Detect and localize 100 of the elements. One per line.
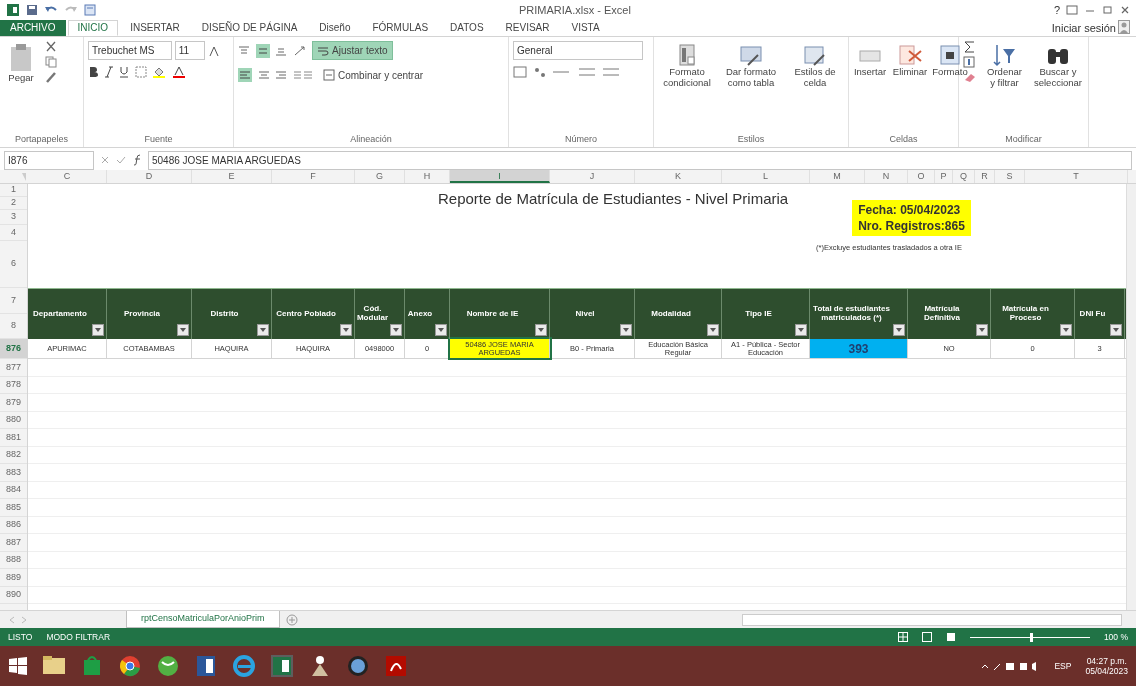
orientation-icon[interactable] <box>292 44 307 57</box>
filter-button[interactable] <box>535 324 547 336</box>
globe-icon[interactable] <box>346 654 370 678</box>
column-header[interactable]: C <box>28 170 107 183</box>
font-color-icon[interactable] <box>171 65 186 78</box>
column-header[interactable]: O <box>908 170 935 183</box>
column-header[interactable]: I <box>450 170 550 183</box>
page-layout-icon[interactable] <box>921 632 932 642</box>
row-header[interactable]: 884 <box>0 481 27 499</box>
filter-button[interactable] <box>1110 324 1122 336</box>
row-header[interactable]: 883 <box>0 464 27 482</box>
row-header[interactable]: 885 <box>0 499 27 517</box>
wrap-text-button[interactable]: Ajustar texto <box>312 41 393 60</box>
row-header[interactable]: 2 <box>0 197 27 210</box>
ribbon-tab[interactable]: VISTA <box>561 20 610 36</box>
ribbon-tab[interactable]: REVISAR <box>495 20 560 36</box>
save-icon[interactable] <box>26 4 38 16</box>
ribbon-tab[interactable]: ARCHIVO <box>0 20 66 36</box>
fill-down-icon[interactable] <box>963 55 977 68</box>
vertical-scrollbar[interactable] <box>1126 184 1136 610</box>
font-name-field[interactable]: Trebuchet MS <box>88 41 172 60</box>
ribbon-tab[interactable]: DATOS <box>440 20 494 36</box>
filter-button[interactable] <box>390 324 402 336</box>
column-header[interactable]: D <box>107 170 192 183</box>
row-header[interactable]: 7 <box>0 288 27 314</box>
ribbon-tab[interactable]: Diseño <box>309 20 361 36</box>
column-header[interactable]: J <box>550 170 635 183</box>
column-header[interactable]: T <box>1025 170 1128 183</box>
ribbon-button[interactable]: Estilos de celda <box>786 41 844 91</box>
filter-button[interactable] <box>893 324 905 336</box>
merge-button[interactable]: Combinar y centrar <box>318 65 429 85</box>
column-header[interactable]: M <box>810 170 865 183</box>
scissors-icon[interactable] <box>44 41 58 53</box>
clock-time[interactable]: 04:27 p.m. <box>1085 655 1128 666</box>
document-icon[interactable] <box>194 654 218 678</box>
smiley-app-icon[interactable] <box>156 654 180 678</box>
column-header[interactable]: K <box>635 170 722 183</box>
filter-button[interactable] <box>620 324 632 336</box>
filter-button[interactable] <box>340 324 352 336</box>
font-size-field[interactable]: 11 <box>174 41 205 60</box>
function-icon[interactable] <box>132 154 142 166</box>
ribbon-tab[interactable]: INSERTAR <box>120 20 190 36</box>
number-format-field[interactable]: General <box>513 41 643 60</box>
brush-icon[interactable] <box>44 70 58 83</box>
bold-icon[interactable] <box>88 65 98 78</box>
row-header[interactable]: 3 <box>0 210 27 225</box>
horizontal-scrollbar[interactable] <box>742 613 1122 626</box>
restore-icon[interactable] <box>1102 5 1114 15</box>
column-header[interactable]: R <box>975 170 995 183</box>
ribbon-button[interactable]: Dar formato como tabla <box>722 41 780 91</box>
row-header[interactable]: 880 <box>0 411 27 429</box>
filter-button[interactable] <box>795 324 807 336</box>
filter-button[interactable] <box>257 324 269 336</box>
name-box[interactable]: I876 <box>4 150 94 170</box>
ribbon-tab[interactable]: FÓRMULAS <box>362 20 439 36</box>
filter-button[interactable] <box>177 324 189 336</box>
row-header[interactable]: 6 <box>0 241 27 288</box>
row-header[interactable]: 876 <box>0 339 27 359</box>
normal-view-icon[interactable] <box>897 632 908 642</box>
italic-icon[interactable] <box>103 65 114 78</box>
row-header[interactable]: 1 <box>0 184 27 197</box>
row-header[interactable]: 888 <box>0 551 27 569</box>
column-header[interactable]: P <box>935 170 953 183</box>
ribbon-button[interactable]: Eliminar <box>893 41 927 80</box>
row-header[interactable]: 890 <box>0 586 27 604</box>
page-break-icon[interactable] <box>945 632 956 642</box>
row-header[interactable]: 886 <box>0 516 27 534</box>
filter-button[interactable] <box>1060 324 1072 336</box>
sheet-tab[interactable]: rptCensoMatriculaPorAnioPrim <box>126 611 280 628</box>
ribbon-button[interactable]: Buscar y seleccionar <box>1031 41 1084 91</box>
column-header[interactable]: L <box>722 170 810 183</box>
ribbon-tab[interactable]: INICIO <box>67 20 119 36</box>
zoom-slider[interactable] <box>1029 632 1033 642</box>
ribbon-button[interactable]: Ordenar y filtrar <box>983 41 1026 91</box>
underline-icon[interactable] <box>119 65 129 78</box>
column-header[interactable]: S <box>995 170 1025 183</box>
column-header[interactable]: F <box>272 170 355 183</box>
column-header[interactable]: G <box>355 170 405 183</box>
column-header[interactable]: E <box>192 170 272 183</box>
filter-button[interactable] <box>976 324 988 336</box>
spreadsheet-icon[interactable] <box>270 654 294 678</box>
browser-e-icon[interactable] <box>232 654 256 678</box>
column-header[interactable]: Q <box>953 170 975 183</box>
row-header[interactable]: 889 <box>0 569 27 587</box>
filter-button[interactable] <box>707 324 719 336</box>
row-header[interactable]: 881 <box>0 429 27 447</box>
column-header[interactable]: N <box>865 170 908 183</box>
ribbon-button[interactable]: Formato <box>933 41 967 80</box>
align-middle-icon[interactable] <box>255 43 270 58</box>
fill-color-icon[interactable] <box>152 65 166 78</box>
sign-in-link[interactable]: Iniciar sesión <box>1051 20 1116 36</box>
row-header[interactable]: 879 <box>0 394 27 412</box>
ribbon-display-icon[interactable] <box>1066 5 1078 15</box>
formula-field[interactable]: 50486 JOSE MARIA ARGUEDAS <box>148 150 1132 170</box>
windows-logo-icon[interactable] <box>8 656 28 676</box>
clock-date[interactable]: 05/04/2023 <box>1085 666 1128 677</box>
row-header[interactable]: 877 <box>0 359 27 377</box>
filter-button[interactable] <box>435 324 447 336</box>
row-header[interactable]: 878 <box>0 376 27 394</box>
row-header[interactable]: 882 <box>0 446 27 464</box>
